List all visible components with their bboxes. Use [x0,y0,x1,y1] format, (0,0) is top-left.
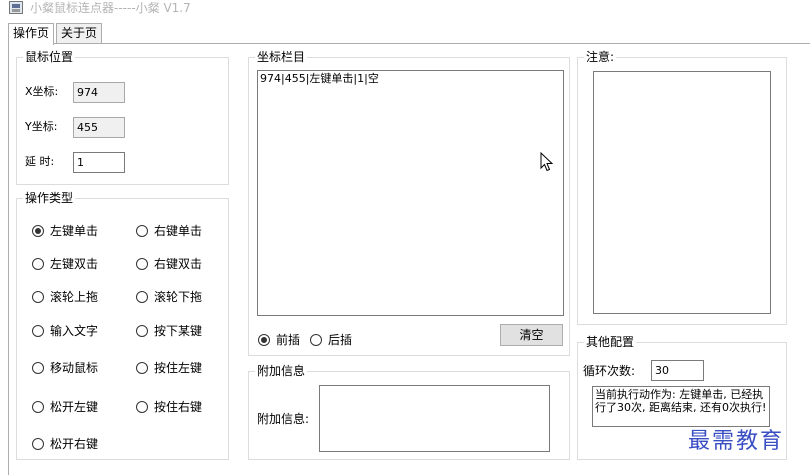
tab-operation[interactable]: 操作页 [8,23,55,45]
list-item[interactable]: 974|455|左键单击|1|空 [260,72,379,86]
radio-dot[interactable] [136,325,148,337]
operation-type-title: 操作类型 [23,191,76,206]
radio-label: 按住左键 [154,361,203,375]
loop-count-label: 循环次数: [583,364,636,378]
tab-about[interactable]: 关于页 [56,23,103,44]
delay-label: 延 时: [25,155,55,168]
radio-dot[interactable] [136,401,148,413]
radio-label: 后插 [328,333,353,347]
radio-label: 松开右键 [50,437,99,451]
x-coordinate-field[interactable]: 974 [73,82,125,103]
radio-label: 输入文字 [50,324,99,338]
watermark-text: 最需教育 [688,429,785,454]
radio-dot[interactable] [32,225,44,237]
radio-label: 移动鼠标 [50,361,99,375]
radio-label: 右键单击 [154,224,203,238]
radio-dot[interactable] [136,362,148,374]
x-coordinate-label: X坐标: [25,85,59,98]
radio-label: 按住右键 [154,400,203,414]
status-textbox[interactable]: 当前执行动作为: 左键单击, 已经执行了30次, 距离结束, 还有0次执行! [592,386,770,427]
radio-dot[interactable] [32,258,44,270]
radio-dot[interactable] [32,325,44,337]
radio-label: 左键单击 [50,224,99,238]
clear-button[interactable]: 清空 [500,324,563,346]
delay-field[interactable]: 1 [73,152,125,173]
radio-label: 前插 [276,333,301,347]
app-window-icon [9,1,23,14]
radio-dot[interactable] [32,291,44,303]
radio-dot[interactable] [258,334,270,346]
radio-label: 右键双击 [154,257,203,271]
radio-dot[interactable] [136,258,148,270]
extra-info-title: 附加信息 [255,364,308,379]
coordinate-listbox[interactable]: 974|455|左键单击|1|空 [257,70,564,316]
notes-textbox[interactable] [593,71,771,314]
radio-label: 松开左键 [50,400,99,414]
other-config-title: 其他配置 [584,335,637,350]
notes-title: 注意: [584,50,617,65]
loop-count-field[interactable]: 30 [651,360,704,381]
coordinate-list-title: 坐标栏目 [255,50,308,65]
window-title: 小粲鼠标连点器-----小粲 V1.7 [30,1,191,15]
mouse-position-title: 鼠标位置 [23,50,76,65]
mouse-pointer-icon [540,152,554,172]
radio-dot[interactable] [136,225,148,237]
radio-dot[interactable] [310,334,322,346]
extra-info-label: 附加信息: [257,412,310,426]
y-coordinate-label: Y坐标: [25,120,58,133]
title-bar: 小粲鼠标连点器-----小粲 V1.7 [0,0,810,18]
radio-label: 按下某键 [154,324,203,338]
radio-dot[interactable] [32,438,44,450]
radio-label: 左键双击 [50,257,99,271]
radio-label: 滚轮下拖 [154,290,203,304]
radio-dot[interactable] [32,362,44,374]
radio-dot[interactable] [136,291,148,303]
radio-label: 滚轮上拖 [50,290,99,304]
extra-info-field[interactable] [319,385,550,452]
y-coordinate-field[interactable]: 455 [73,117,125,138]
radio-dot[interactable] [32,401,44,413]
